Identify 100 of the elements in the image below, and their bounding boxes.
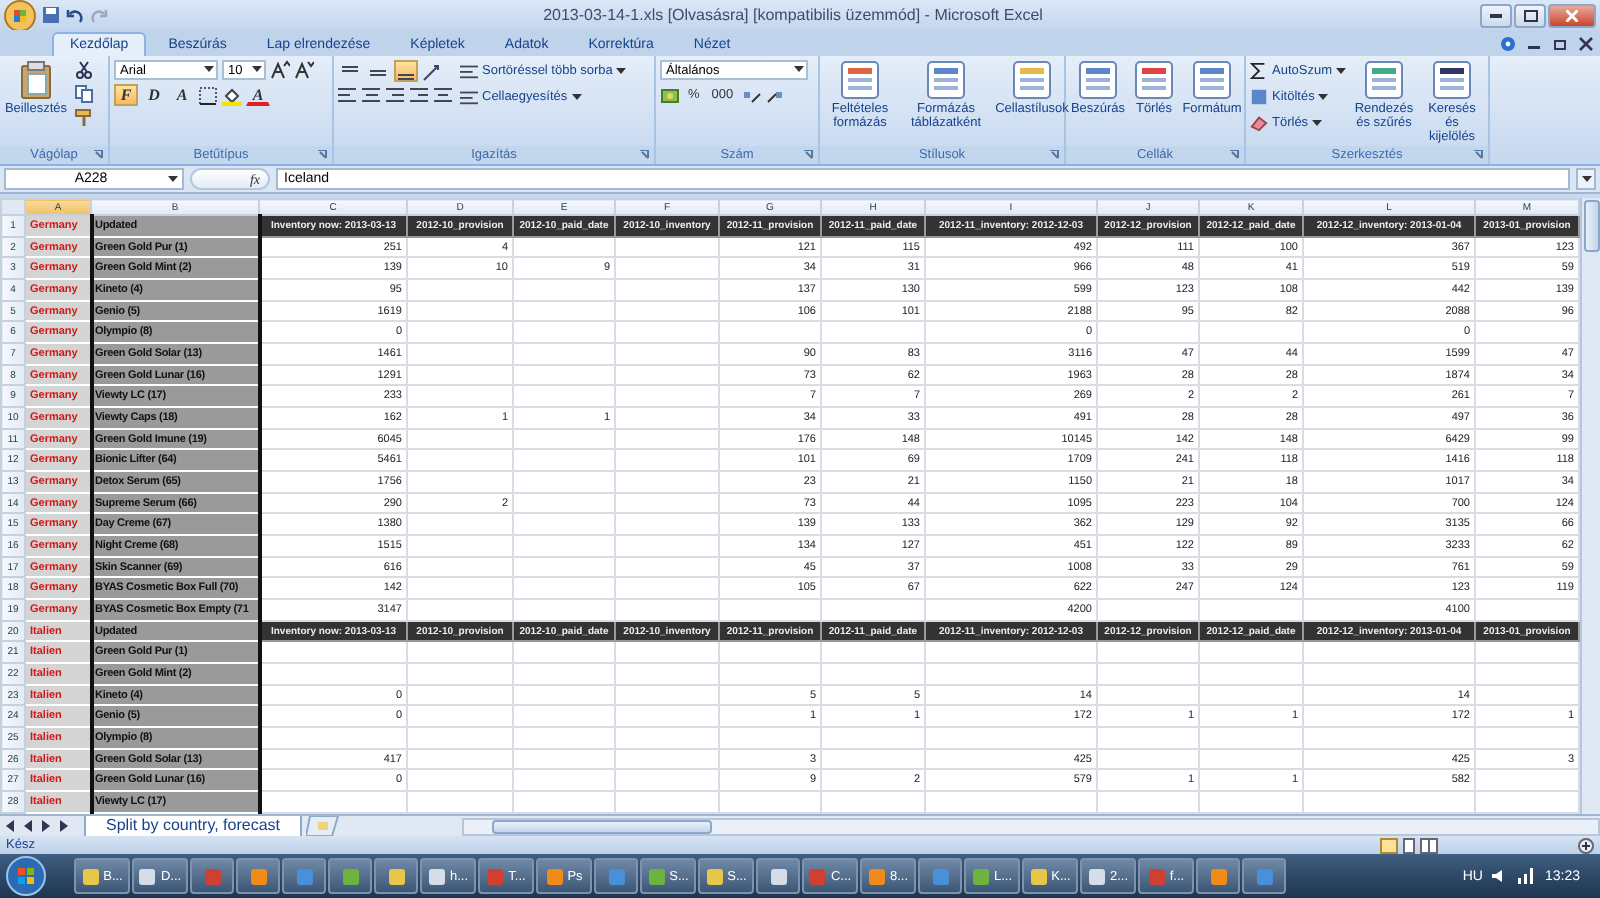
- minimize-button[interactable]: [1480, 3, 1512, 27]
- brush-icon[interactable]: [74, 108, 94, 128]
- eraser-icon: [1250, 114, 1268, 132]
- app-icon: [387, 867, 405, 885]
- caret-icon: [794, 66, 804, 74]
- app-icon: [249, 867, 267, 885]
- app-icon: [867, 867, 886, 885]
- app-icon: [607, 867, 625, 885]
- maximize-button[interactable]: [1514, 3, 1546, 27]
- app-icon: [1029, 867, 1048, 885]
- caret-icon: [571, 93, 582, 101]
- taskbar-item[interactable]: [328, 858, 372, 894]
- style-button[interactable]: F: [114, 84, 138, 106]
- align-right-icon[interactable]: [386, 86, 406, 106]
- align-left-icon[interactable]: [338, 86, 358, 106]
- launcher-icon[interactable]: [94, 150, 104, 160]
- app-icon: [203, 867, 221, 885]
- close-icon[interactable]: [1578, 36, 1594, 52]
- table-icon: [1134, 60, 1174, 100]
- app-icon: [931, 867, 949, 885]
- horizontal-scrollbar[interactable]: [462, 817, 1600, 835]
- align-button[interactable]: [394, 60, 418, 82]
- minimize-icon: [1490, 12, 1502, 18]
- help-icon[interactable]: [1500, 36, 1516, 52]
- scissors-icon[interactable]: [74, 60, 94, 80]
- page-break-icon[interactable]: [1420, 837, 1438, 853]
- table-icon: [1078, 60, 1118, 100]
- caret-icon: [168, 175, 178, 183]
- launcher-icon[interactable]: [1474, 150, 1484, 160]
- lines-icon: [460, 88, 478, 106]
- sigma-icon: [1250, 62, 1268, 80]
- app-icon: [427, 867, 446, 885]
- app-icon: [545, 867, 564, 885]
- table-icon: [840, 60, 880, 100]
- app-icon: [647, 867, 666, 885]
- indent-icon[interactable]: [434, 86, 454, 106]
- borders-icon[interactable]: [198, 85, 218, 105]
- office-logo[interactable]: [4, 0, 36, 31]
- table-icon: [1432, 60, 1472, 100]
- copy-icon[interactable]: [74, 84, 94, 104]
- window-title: 2013-03-14-1.xls [Olvasásra] [kompatibilis üzemmód] - Microsoft Excel: [541, 6, 1045, 24]
- vertical-scrollbar[interactable]: [1580, 198, 1600, 814]
- taskbar-item[interactable]: [1196, 858, 1240, 894]
- app-icon: [486, 867, 505, 885]
- expand-button[interactable]: [1576, 168, 1596, 190]
- table-icon: [1364, 60, 1404, 100]
- undo-icon[interactable]: [66, 6, 84, 24]
- sheet-tab[interactable]: Split by country, forecast: [84, 815, 302, 837]
- font-color-button[interactable]: A: [246, 84, 270, 106]
- app-icon: [769, 867, 787, 885]
- app-icon: [138, 867, 157, 885]
- normal-view-icon[interactable]: [1380, 837, 1398, 853]
- caret-icon: [616, 67, 627, 75]
- indent-icon[interactable]: [410, 86, 430, 106]
- table-icon: [1012, 60, 1052, 100]
- launcher-icon[interactable]: [318, 150, 328, 160]
- orientation-icon[interactable]: [422, 61, 442, 81]
- app-icon: [1147, 867, 1166, 885]
- app-icon: [808, 867, 827, 885]
- start-button[interactable]: [4, 856, 48, 896]
- clipboard-icon: [16, 60, 56, 100]
- caret-icon: [1336, 67, 1346, 75]
- close-icon: [1566, 9, 1578, 21]
- maximize-icon: [1523, 9, 1537, 21]
- next-icon[interactable]: [36, 817, 54, 835]
- style-button[interactable]: D: [142, 84, 166, 106]
- caret-icon: [1581, 175, 1591, 183]
- caret-icon: [1312, 119, 1323, 127]
- launcher-icon[interactable]: [1050, 150, 1060, 160]
- app-icon: [1209, 867, 1227, 885]
- square-icon: [1250, 88, 1268, 106]
- save-icon[interactable]: [42, 6, 60, 24]
- caret-icon: [1318, 93, 1329, 101]
- taskbar-item[interactable]: [236, 858, 280, 894]
- app-icon: [341, 867, 359, 885]
- fill-color-icon[interactable]: [222, 85, 242, 105]
- page-layout-icon[interactable]: [1400, 837, 1418, 853]
- taskbar-item[interactable]: [756, 858, 800, 894]
- table-icon: [1192, 60, 1232, 100]
- currency-icon[interactable]: [660, 85, 680, 105]
- caret-icon: [252, 66, 262, 74]
- align-center-icon[interactable]: [362, 86, 382, 106]
- taskbar-item[interactable]: [374, 858, 418, 894]
- signal-icon[interactable]: [1518, 868, 1535, 884]
- app-icon: [1255, 867, 1273, 885]
- grow-font-icon[interactable]: [270, 60, 290, 80]
- zoom-in-icon[interactable]: [1578, 837, 1594, 853]
- style-button[interactable]: A: [170, 84, 194, 106]
- caret-icon: [204, 66, 214, 74]
- shrink-font-icon[interactable]: [294, 60, 314, 80]
- launcher-icon[interactable]: [640, 150, 650, 160]
- app-icon: [81, 867, 100, 885]
- app-icon: [295, 867, 313, 885]
- app-icon: [1087, 867, 1106, 885]
- close-button[interactable]: [1548, 3, 1596, 27]
- launcher-icon[interactable]: [1230, 150, 1240, 160]
- next-icon[interactable]: [54, 817, 72, 835]
- table-icon: [926, 60, 966, 100]
- launcher-icon[interactable]: [804, 150, 814, 160]
- restore-icon[interactable]: [1552, 36, 1568, 52]
